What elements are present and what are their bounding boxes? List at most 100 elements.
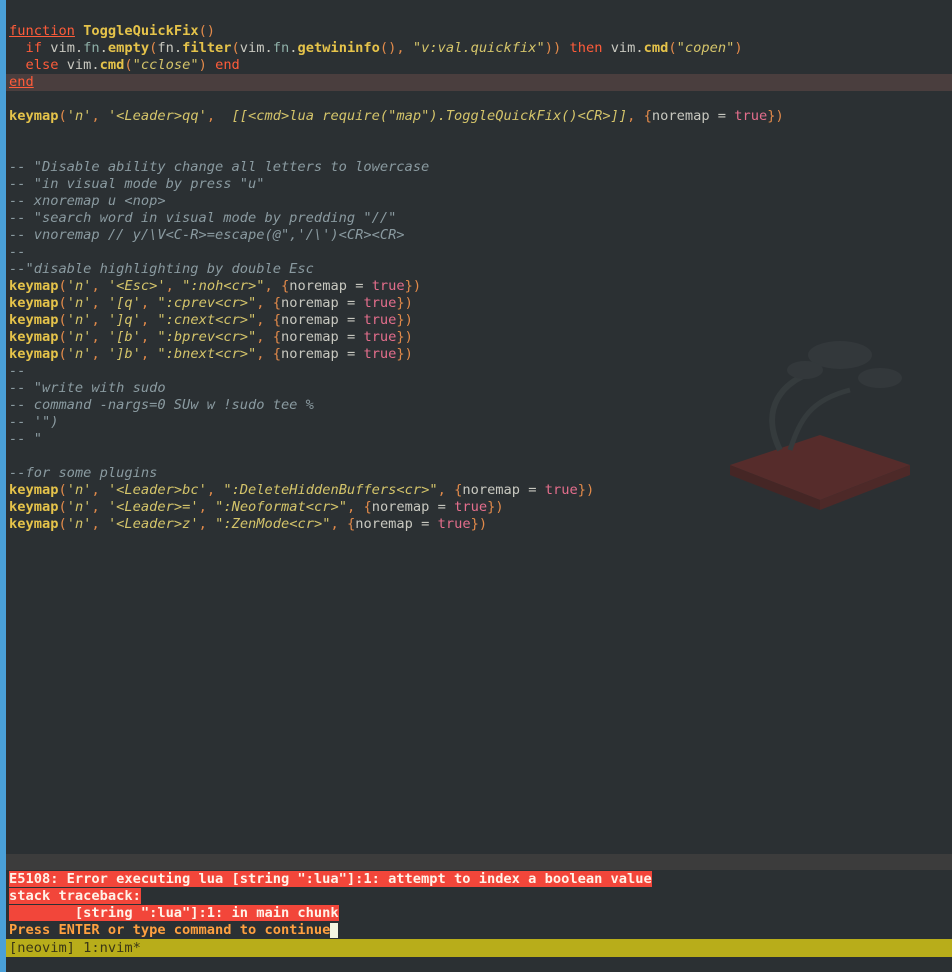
code-line[interactable]: --"disable highlighting by double Esc (9, 261, 952, 278)
code-token: )) (544, 40, 562, 56)
code-token: 'n' (66, 482, 92, 498)
code-token: (), (379, 40, 405, 56)
code-token: }) (470, 516, 488, 532)
code-token: vim. (41, 40, 84, 56)
code-line[interactable]: -- "in visual mode by press "u" (9, 176, 952, 193)
code-token: -- xnoremap u <nop> (9, 193, 166, 209)
message-separator (6, 854, 952, 870)
code-line[interactable]: -- (9, 244, 952, 261)
code-token: ":DeleteHiddenBuffers<cr>" (223, 482, 438, 498)
code-line[interactable] (9, 125, 952, 142)
code-line[interactable]: keymap('n', '<Leader>qq', [[<cmd>lua req… (9, 108, 952, 125)
code-token: fn (272, 40, 290, 56)
code-token: { (272, 295, 282, 311)
code-token: ']b' (107, 346, 141, 362)
code-token: keymap (9, 346, 59, 362)
code-token: true (734, 108, 768, 124)
code-token: , (165, 278, 174, 294)
code-line[interactable] (9, 142, 952, 159)
code-token: ) (734, 40, 743, 56)
code-token: end (215, 57, 240, 73)
code-token: ( (58, 482, 67, 498)
code-token: , (140, 329, 150, 345)
code-token: }) (577, 482, 595, 498)
code-token: -- command -nargs=0 SUw w !sudo tee % (9, 397, 314, 413)
code-token: -- "in visual mode by press "u" (9, 176, 265, 192)
code-line[interactable]: -- "Disable ability change all letters t… (9, 159, 952, 176)
code-token: ":bprev<cr>" (157, 329, 257, 345)
code-token: noremap = (651, 108, 735, 124)
code-token: getwininfo (297, 40, 380, 56)
code-token: 'n' (66, 499, 92, 515)
code-token: -- '") (9, 414, 59, 430)
code-token: noremap = (281, 346, 364, 362)
code-token: --"disable highlighting by double Esc (9, 261, 314, 277)
traceback-entry: [string ":lua"]:1: in main chunk (9, 905, 339, 921)
code-line[interactable]: else vim.cmd("cclose") end (9, 57, 952, 74)
code-token: vim. (239, 40, 273, 56)
code-token: if (25, 40, 42, 56)
code-token: , (256, 295, 265, 311)
code-token: ( (58, 346, 67, 362)
tmux-statusline[interactable]: [neovim] 1:nvim* (6, 939, 952, 957)
terminal-cursor (330, 922, 339, 938)
code-token: true (437, 516, 471, 532)
code-token: keymap (9, 516, 59, 532)
code-line[interactable]: function ToggleQuickFix() (9, 23, 952, 40)
traceback-label: stack traceback: (9, 888, 141, 904)
code-line[interactable]: keymap('n', ']q', ":cnext<cr>", {noremap… (9, 312, 952, 329)
code-token: ":ZenMode<cr>" (215, 516, 331, 532)
code-line[interactable]: keymap('n', '<Esc>', ":noh<cr>", {norema… (9, 278, 952, 295)
code-token: ( (58, 312, 67, 328)
code-token: , (437, 482, 446, 498)
code-token: keymap (9, 108, 59, 124)
code-token: '<Leader>bc' (107, 482, 207, 498)
code-line[interactable]: end (6, 74, 952, 91)
code-token: , (346, 499, 356, 515)
code-line[interactable]: -- xnoremap u <nop> (9, 193, 952, 210)
code-token: , (206, 108, 216, 124)
code-token: keymap (9, 312, 59, 328)
code-line[interactable]: -- vnoremap // y/\V<C-R>=escape(@",'/\')… (9, 227, 952, 244)
continue-prompt[interactable]: Press ENTER or type command to continue (9, 922, 339, 939)
code-token: '<Leader>=' (107, 499, 199, 515)
code-token: , (91, 329, 100, 345)
code-line[interactable]: keymap('n', '[q', ":cprev<cr>", {noremap… (9, 295, 952, 312)
code-token: noremap = (371, 499, 455, 515)
code-line[interactable] (9, 6, 952, 23)
code-token: ( (668, 40, 677, 56)
code-token: , (140, 312, 150, 328)
code-token: noremap = (281, 312, 364, 328)
code-token: , (198, 499, 207, 515)
code-line[interactable]: if vim.fn.empty(fn.filter(vim.fn.getwini… (9, 40, 952, 57)
code-token: true (363, 346, 397, 362)
code-token: , (198, 516, 207, 532)
code-token: }) (404, 278, 422, 294)
code-token: [[<cmd>lua require("map").ToggleQuickFix… (231, 108, 628, 124)
code-line[interactable] (9, 91, 952, 108)
code-token: keymap (9, 278, 59, 294)
code-token: ":Neoformat<cr>" (215, 499, 347, 515)
code-token: { (363, 499, 372, 515)
code-line[interactable]: -- "search word in visual mode by preddi… (9, 210, 952, 227)
code-token: , (91, 108, 100, 124)
code-token: -- (9, 244, 26, 260)
code-token: ToggleQuickFix (83, 23, 199, 39)
code-token: '<Leader>z' (107, 516, 199, 532)
code-token: }) (396, 329, 413, 345)
code-token: ":noh<cr>" (182, 278, 265, 294)
code-token: 'n' (66, 312, 92, 328)
code-token: 'n' (66, 329, 92, 345)
